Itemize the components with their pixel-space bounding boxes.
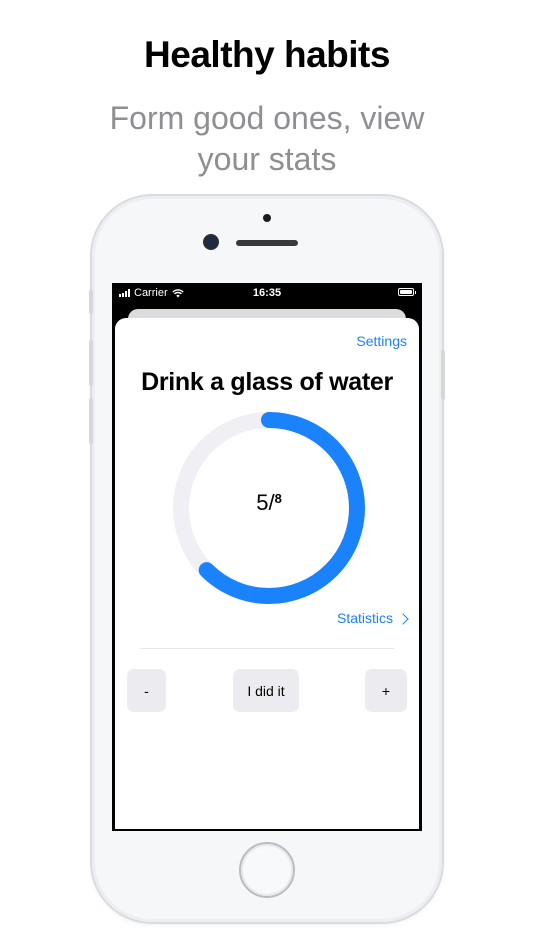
promo-subline: Form good ones, view your stats xyxy=(109,100,425,177)
habit-title: Drink a glass of water xyxy=(141,368,393,396)
divider xyxy=(140,648,394,649)
chevron-right-icon xyxy=(397,612,409,625)
decrement-button[interactable]: - xyxy=(127,669,166,712)
increment-button[interactable]: + xyxy=(365,669,407,712)
earpiece-speaker xyxy=(236,240,298,246)
proximity-sensor xyxy=(263,214,271,222)
front-camera xyxy=(205,236,217,248)
status-bar: Carrier 16:35 xyxy=(112,283,422,303)
done-count: 5 xyxy=(256,490,269,515)
status-time: 16:35 xyxy=(252,287,282,299)
settings-link[interactable]: Settings xyxy=(356,333,407,349)
promo-headline: Healthy habits xyxy=(144,34,390,75)
habit-sheet: Settings Drink a glass of water 5/8 Stat… xyxy=(115,318,419,829)
statistics-link[interactable]: Statistics xyxy=(336,610,409,626)
phone-power-button xyxy=(441,350,445,400)
statistics-label: Statistics xyxy=(336,610,393,626)
goal-count: 8 xyxy=(274,491,282,506)
phone-volume-down xyxy=(89,398,93,444)
phone-volume-up xyxy=(89,340,93,386)
phone-screen: Carrier 16:35 Settings Drink a glass of … xyxy=(112,283,422,831)
i-did-it-button[interactable]: I did it xyxy=(233,669,299,712)
progress-count: 5/8 xyxy=(169,490,369,516)
phone-mute-switch xyxy=(89,290,93,314)
battery-icon xyxy=(398,288,416,296)
home-button[interactable] xyxy=(239,842,295,898)
